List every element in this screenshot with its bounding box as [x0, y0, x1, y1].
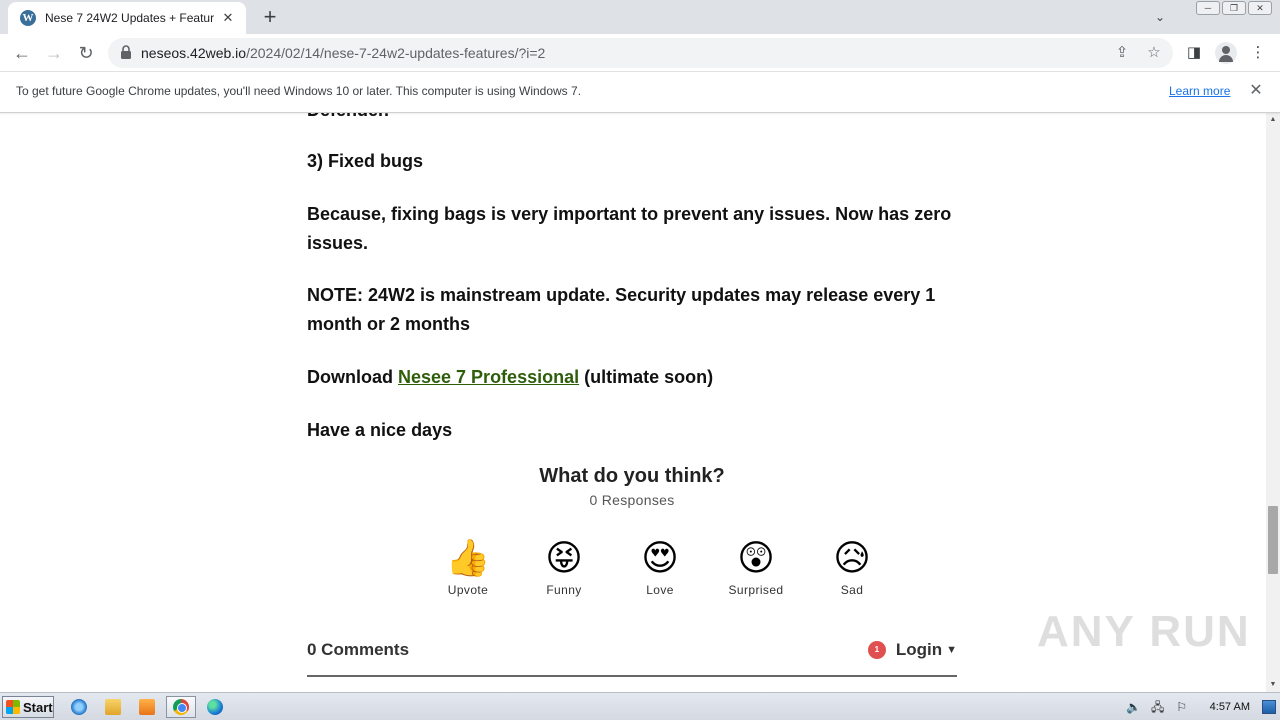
chrome-icon: [173, 699, 189, 715]
reaction-label: Surprised: [728, 583, 784, 597]
infobar-message: To get future Google Chrome updates, you…: [16, 84, 582, 98]
taskbar-chrome[interactable]: [166, 696, 196, 718]
minimize-button[interactable]: ─: [1196, 1, 1220, 15]
taskbar-explorer[interactable]: [98, 696, 128, 718]
show-desktop-icon[interactable]: [1262, 699, 1276, 714]
system-tray: 🔈 🖧 ⚐ 4:57 AM: [1122, 693, 1280, 720]
browser-toolbar: ← → ↻ neseos.42web.io/2024/02/14/nese-7-…: [0, 34, 1280, 72]
start-label: Start: [23, 699, 53, 715]
para-download: Download Nesee 7 Professional (ultimate …: [307, 363, 957, 392]
scroll-up-icon[interactable]: ▲: [1266, 113, 1280, 127]
folder-icon: [105, 699, 121, 715]
url-text: neseos.42web.io/2024/02/14/nese-7-24w2-u…: [141, 45, 545, 61]
taskbar-edge[interactable]: [200, 696, 230, 718]
window-controls: ─ ❐ ✕: [1196, 1, 1272, 15]
taskbar-ie[interactable]: [64, 696, 94, 718]
edge-icon: [207, 699, 223, 715]
start-button[interactable]: Start: [2, 696, 54, 718]
tab-strip: W Nese 7 24W2 Updates + Features – ✕ + ⌄…: [0, 0, 1280, 34]
url-path: /2024/02/14/nese-7-24w2-updates-features…: [246, 45, 546, 61]
scroll-down-icon[interactable]: ▼: [1266, 678, 1280, 692]
scroll-thumb[interactable]: [1268, 506, 1278, 574]
page-scrollbar[interactable]: ▲ ▼: [1266, 113, 1280, 692]
download-suffix: (ultimate soon): [579, 367, 714, 387]
url-host: neseos.42web.io: [141, 45, 247, 61]
update-infobar: To get future Google Chrome updates, you…: [0, 72, 1280, 113]
restore-button[interactable]: ❐: [1222, 1, 1246, 15]
chevron-down-icon[interactable]: ⌄: [1150, 7, 1170, 27]
page-content: Defender. 3) Fixed bugs Because, fixing …: [0, 113, 1266, 692]
para-closing: Have a nice days: [307, 420, 453, 440]
action-center-flag-icon[interactable]: ⚐: [1173, 698, 1191, 716]
comments-count: 0 Comments: [307, 640, 410, 659]
speaker-icon[interactable]: 🔈: [1125, 698, 1143, 716]
heading-fixed-bugs: 3) Fixed bugs: [307, 151, 424, 171]
login-menu[interactable]: 1 Login ▼: [867, 640, 957, 660]
windows-taskbar: Start 🔈 🖧 ⚐ 4:57 AM: [0, 692, 1280, 720]
reaction-label: Upvote: [447, 583, 489, 597]
reaction-surprised[interactable]: 😲 Surprised: [708, 537, 804, 597]
reactions-question: What do you think?: [539, 465, 725, 487]
reaction-label: Sad: [840, 583, 864, 597]
close-icon[interactable]: ✕: [1247, 81, 1265, 101]
tab-close-icon[interactable]: ✕: [220, 10, 236, 26]
close-window-button[interactable]: ✕: [1248, 1, 1272, 15]
download-link[interactable]: Nesee 7 Professional: [398, 367, 579, 387]
reaction-label: Love: [646, 583, 674, 597]
tab-active[interactable]: W Nese 7 24W2 Updates + Features – ✕: [8, 2, 246, 34]
taskbar-media-player[interactable]: [132, 696, 162, 718]
thumbs-up-icon: 👍: [445, 538, 491, 579]
reaction-love[interactable]: 😍 Love: [612, 537, 708, 597]
article-cut-text: Defender.: [307, 113, 957, 125]
media-player-icon: [139, 699, 155, 715]
para-bugs: Because, fixing bags is very important t…: [307, 204, 952, 253]
download-prefix: Download: [307, 367, 398, 387]
funny-face-icon: 😝: [545, 538, 583, 579]
reaction-upvote[interactable]: 👍 Upvote: [420, 537, 516, 597]
para-note: NOTE: 24W2 is mainstream update. Securit…: [307, 285, 936, 334]
reaction-label: Funny: [546, 583, 582, 597]
surprised-face-icon: 😲: [737, 538, 775, 579]
reactions-widget: What do you think? 0 Responses 👍 Upvote …: [307, 465, 957, 597]
forward-button[interactable]: →: [42, 41, 66, 65]
windows-logo-icon: [6, 700, 20, 714]
internet-explorer-icon: [71, 699, 87, 715]
reaction-funny[interactable]: 😝 Funny: [516, 537, 612, 597]
address-bar[interactable]: neseos.42web.io/2024/02/14/nese-7-24w2-u…: [108, 38, 1173, 68]
learn-more-link[interactable]: Learn more: [1169, 84, 1230, 98]
share-icon[interactable]: ⇪: [1112, 43, 1132, 63]
lock-icon: [121, 45, 131, 59]
back-button[interactable]: ←: [10, 41, 34, 65]
profile-avatar-icon[interactable]: [1215, 42, 1237, 64]
network-icon[interactable]: 🖧: [1149, 698, 1167, 716]
reaction-sad[interactable]: 😥 Sad: [804, 537, 900, 597]
reload-button[interactable]: ↻: [74, 41, 98, 65]
bookmark-star-icon[interactable]: ☆: [1144, 43, 1164, 63]
reactions-count: 0 Responses: [589, 492, 675, 508]
comments-header: 0 Comments 1 Login ▼: [307, 635, 957, 677]
tab-title: Nese 7 24W2 Updates + Features –: [45, 11, 214, 25]
notification-badge: 1: [867, 641, 886, 659]
caret-down-icon: ▼: [946, 644, 957, 656]
reaction-options: 👍 Upvote 😝 Funny 😍 Love 😲 Surprised 😥 Sa…: [420, 537, 900, 597]
anyrun-watermark: ANY RUN: [1037, 607, 1251, 656]
new-tab-button[interactable]: +: [258, 6, 282, 30]
clock[interactable]: 4:57 AM: [1210, 701, 1250, 713]
heart-eyes-icon: 😍: [641, 538, 679, 579]
sad-face-icon: 😥: [833, 538, 871, 579]
menu-kebab-icon[interactable]: ⋮: [1247, 42, 1269, 64]
login-label: Login: [895, 640, 943, 659]
side-panel-icon[interactable]: ◨: [1183, 42, 1205, 64]
wordpress-icon: W: [20, 10, 36, 26]
